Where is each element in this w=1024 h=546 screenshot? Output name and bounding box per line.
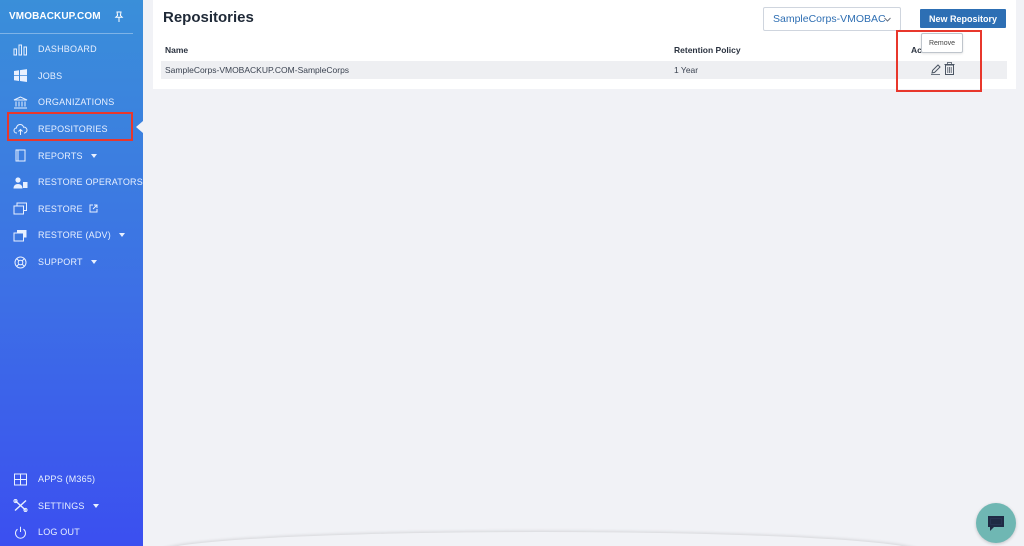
column-header-retention-policy[interactable]: Retention Policy <box>674 45 741 55</box>
sidebar-item-label: APPS (M365) <box>38 474 96 485</box>
users-icon <box>12 175 28 189</box>
windows-stack-icon <box>12 228 28 242</box>
retention-policy: 1 Year <box>674 65 699 75</box>
trash-icon[interactable] <box>944 62 955 75</box>
new-repository-button[interactable]: New Repository <box>920 9 1006 28</box>
sidebar-item-repositories[interactable]: REPOSITORIES <box>0 116 143 143</box>
sidebar-item-label: RESTORE (ADV) <box>38 230 111 241</box>
sidebar-item-organizations[interactable]: ORGANIZATIONS <box>0 89 143 116</box>
sidebar-item-support[interactable]: SUPPORT <box>0 249 143 276</box>
chevron-down-icon <box>118 233 125 238</box>
sidebar-item-dashboard[interactable]: DASHBOARD <box>0 36 143 63</box>
column-header-name[interactable]: Name <box>165 45 188 55</box>
windows-icon <box>12 69 28 83</box>
sidebar-item-logout[interactable]: LOG OUT <box>0 519 143 546</box>
sidebar-item-label: REPORTS <box>38 150 83 161</box>
sidebar-item-label: RESTORE <box>38 203 83 214</box>
sidebar-item-restore-adv[interactable]: RESTORE (ADV) <box>0 222 143 249</box>
repositories-panel: Repositories SampleCorps-VMOBAC New Repo… <box>153 0 1016 92</box>
brand-label: VMOBACKUP.COM <box>9 11 101 22</box>
sidebar-item-apps[interactable]: APPS (M365) <box>0 466 143 493</box>
sidebar-item-label: ORGANIZATIONS <box>38 97 115 108</box>
chevron-down-icon <box>92 503 99 508</box>
sidebar-item-label: REPOSITORIES <box>38 124 108 135</box>
table-header: Name Retention Policy Ac <box>153 40 1016 60</box>
chat-button[interactable] <box>976 503 1016 543</box>
sidebar-item-reports[interactable]: REPORTS <box>0 142 143 169</box>
sidebar-bottom-nav: APPS (M365) SETTINGS LOG OUT <box>0 466 143 546</box>
chevron-down-icon <box>884 17 891 22</box>
active-indicator <box>136 121 143 133</box>
chevron-down-icon <box>90 260 97 265</box>
sidebar-item-label: DASHBOARD <box>38 44 97 55</box>
external-link-icon <box>89 204 98 213</box>
remove-tooltip: Remove <box>921 33 963 53</box>
power-icon <box>12 525 28 539</box>
repository-name: SampleCorps-VMOBACKUP.COM-SampleCorps <box>165 65 350 75</box>
chevron-down-icon <box>90 153 97 158</box>
pencil-icon[interactable] <box>930 63 941 75</box>
sidebar-item-label: SUPPORT <box>38 257 83 268</box>
windows-stack-icon <box>12 202 28 216</box>
sidebar: VMOBACKUP.COM DASHBOARD JOBS ORGANIZATIO… <box>0 0 143 546</box>
bank-icon <box>12 95 28 109</box>
book-icon <box>12 149 28 163</box>
pin-icon[interactable] <box>114 11 124 23</box>
sidebar-item-jobs[interactable]: JOBS <box>0 63 143 90</box>
sidebar-item-label: RESTORE OPERATORS <box>38 177 143 188</box>
lifebuoy-icon <box>12 255 28 269</box>
page-title: Repositories <box>163 9 254 26</box>
grid-icon <box>12 472 28 486</box>
sidebar-nav: DASHBOARD JOBS ORGANIZATIONS REPOSITORIE… <box>0 36 143 275</box>
sidebar-item-settings[interactable]: SETTINGS <box>0 493 143 520</box>
tools-icon <box>12 499 28 513</box>
table-row[interactable]: SampleCorps-VMOBACKUP.COM-SampleCorps 1 … <box>161 61 1007 79</box>
sidebar-item-label: LOG OUT <box>38 527 80 538</box>
chat-bubble-icon <box>988 516 1004 531</box>
cloud-upload-icon <box>12 122 28 136</box>
bar-chart-icon <box>12 42 28 56</box>
sidebar-item-restore-operators[interactable]: RESTORE OPERATORS <box>0 169 143 196</box>
sidebar-item-label: JOBS <box>38 70 63 81</box>
sidebar-item-restore[interactable]: RESTORE <box>0 196 143 223</box>
bottom-shadow-edge <box>160 532 920 546</box>
brand-header: VMOBACKUP.COM <box>0 0 133 34</box>
organization-select[interactable]: SampleCorps-VMOBAC <box>763 7 901 31</box>
organization-select-value: SampleCorps-VMOBAC <box>773 13 886 25</box>
sidebar-item-label: SETTINGS <box>38 500 85 511</box>
